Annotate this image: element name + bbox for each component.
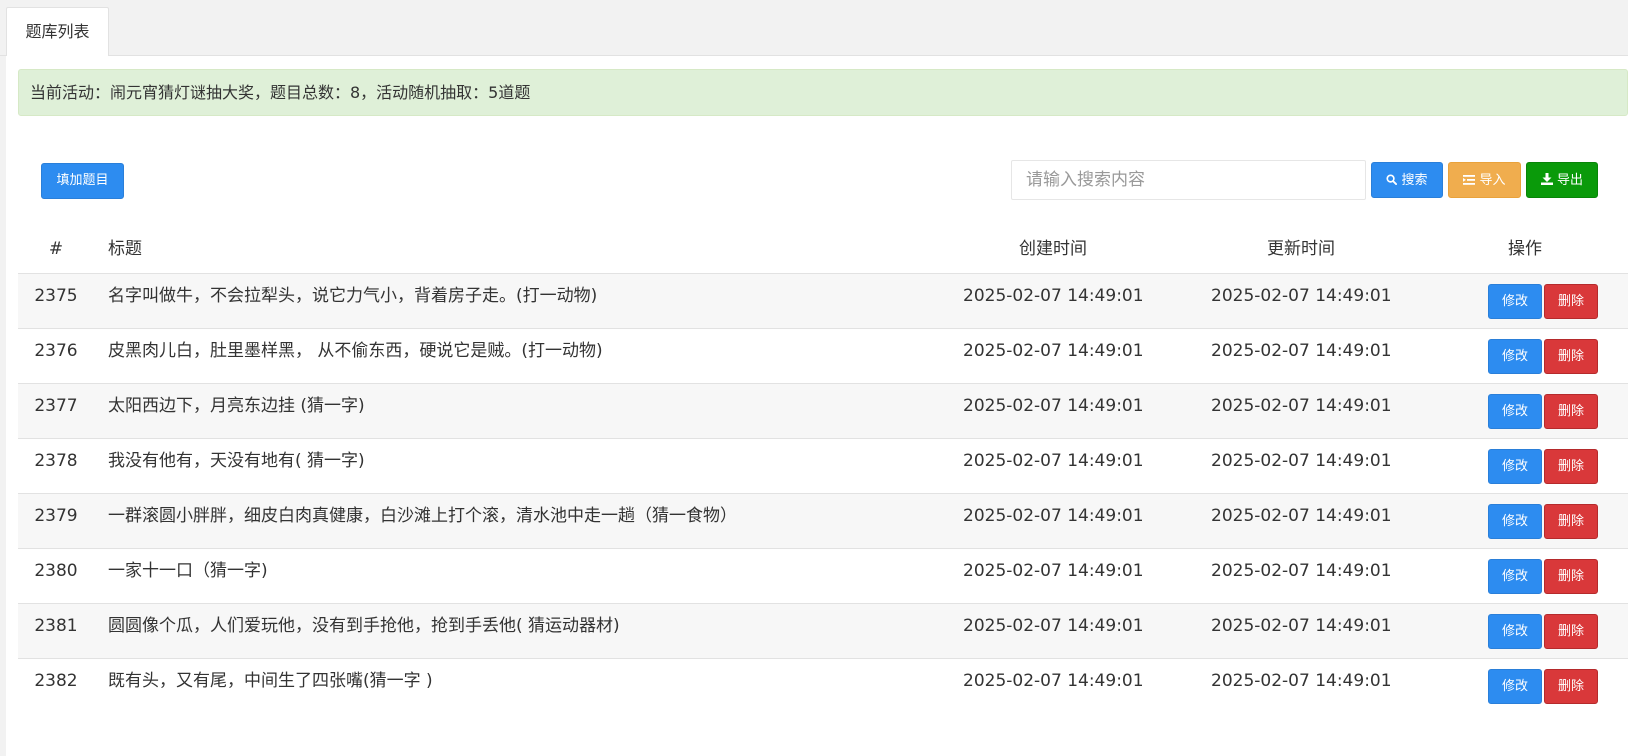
edit-button[interactable]: 修改 — [1488, 394, 1542, 429]
row-created-time: 2025-02-07 14:49:01 — [963, 341, 1144, 361]
activity-info-alert: 当前活动：闹元宵猜灯谜抽大奖，题目总数：8，活动随机抽取：5道题 — [18, 69, 1628, 116]
search-icon — [1386, 163, 1398, 197]
tab-bar: 题库列表 — [0, 0, 1628, 57]
table-header: # 标题 创建时间 更新时间 操作 — [18, 226, 1628, 274]
row-created-time: 2025-02-07 14:49:01 — [963, 616, 1144, 636]
row-id: 2378 — [34, 451, 78, 471]
table-row: 2376 皮黑肉儿白，肚里墨样黑， 从不偷东西，硬说它是贼。(打一动物) 202… — [18, 329, 1628, 384]
table-row: 2380 一家十一口（猜一字) 2025-02-07 14:49:01 2025… — [18, 549, 1628, 604]
row-title: 圆圆像个瓜，人们爱玩他，没有到手抢他，抢到手丢他( 猜运动器材) — [108, 616, 620, 636]
row-id: 2380 — [34, 561, 78, 581]
edit-button[interactable]: 修改 — [1488, 614, 1542, 649]
table-row: 2377 太阳西边下，月亮东边挂 (猜一字) 2025-02-07 14:49:… — [18, 384, 1628, 439]
table-row: 2381 圆圆像个瓜，人们爱玩他，没有到手抢他，抢到手丢他( 猜运动器材) 20… — [18, 604, 1628, 659]
row-title: 我没有他有，天没有地有( 猜一字) — [108, 451, 365, 471]
add-question-button[interactable]: 填加题目 — [41, 163, 124, 199]
row-created-time: 2025-02-07 14:49:01 — [963, 671, 1144, 691]
row-title: 名字叫做牛，不会拉犁头，说它力气小，背着房子走。(打一动物) — [108, 286, 598, 306]
table-row: 2375 名字叫做牛，不会拉犁头，说它力气小，背着房子走。(打一动物) 2025… — [18, 274, 1628, 329]
row-updated-time: 2025-02-07 14:49:01 — [1211, 671, 1392, 691]
edit-button[interactable]: 修改 — [1488, 449, 1542, 484]
delete-button[interactable]: 删除 — [1544, 504, 1598, 539]
table-row: 2379 一群滚圆小胖胖，细皮白肉真健康，白沙滩上打个滚，清水池中走一趟（猜一食… — [18, 494, 1628, 549]
delete-button[interactable]: 删除 — [1544, 614, 1598, 649]
delete-button[interactable]: 删除 — [1544, 559, 1598, 594]
search-button-label: 搜索 — [1401, 173, 1428, 188]
row-title: 一家十一口（猜一字) — [108, 561, 268, 581]
row-title: 皮黑肉儿白，肚里墨样黑， 从不偷东西，硬说它是贼。(打一动物) — [108, 341, 603, 361]
export-button[interactable]: 导出 — [1526, 162, 1598, 198]
header-created-time: 创建时间 — [1019, 239, 1087, 259]
row-id: 2377 — [34, 396, 78, 416]
row-created-time: 2025-02-07 14:49:01 — [963, 286, 1144, 306]
row-title: 一群滚圆小胖胖，细皮白肉真健康，白沙滩上打个滚，清水池中走一趟（猜一食物） — [108, 506, 737, 526]
header-id: # — [48, 239, 64, 259]
export-button-label: 导出 — [1556, 173, 1583, 188]
row-id: 2382 — [34, 671, 78, 691]
header-title: 标题 — [108, 239, 142, 259]
table-row: 2378 我没有他有，天没有地有( 猜一字) 2025-02-07 14:49:… — [18, 439, 1628, 494]
row-updated-time: 2025-02-07 14:49:01 — [1211, 561, 1392, 581]
row-updated-time: 2025-02-07 14:49:01 — [1211, 506, 1392, 526]
row-title: 太阳西边下，月亮东边挂 (猜一字) — [108, 396, 365, 416]
row-created-time: 2025-02-07 14:49:01 — [963, 451, 1144, 471]
delete-button[interactable]: 删除 — [1544, 284, 1598, 319]
row-created-time: 2025-02-07 14:49:01 — [963, 506, 1144, 526]
row-created-time: 2025-02-07 14:49:01 — [963, 561, 1144, 581]
row-updated-time: 2025-02-07 14:49:01 — [1211, 616, 1392, 636]
edit-button[interactable]: 修改 — [1488, 504, 1542, 539]
row-id: 2379 — [34, 506, 78, 526]
search-input[interactable] — [1011, 160, 1366, 200]
header-updated-time: 更新时间 — [1267, 239, 1335, 259]
import-button-label: 导入 — [1479, 173, 1506, 188]
edit-button[interactable]: 修改 — [1488, 559, 1542, 594]
row-updated-time: 2025-02-07 14:49:01 — [1211, 286, 1392, 306]
row-created-time: 2025-02-07 14:49:01 — [963, 396, 1144, 416]
delete-button[interactable]: 删除 — [1544, 669, 1598, 704]
list-icon — [1463, 163, 1476, 197]
tab-question-bank-list[interactable]: 题库列表 — [6, 7, 109, 57]
header-operation: 操作 — [1508, 239, 1542, 259]
row-updated-time: 2025-02-07 14:49:01 — [1211, 396, 1392, 416]
question-table: # 标题 创建时间 更新时间 操作 2375 名字叫做牛，不会拉犁头，说它力气小… — [18, 226, 1628, 714]
table-row: 2382 既有头，又有尾，中间生了四张嘴(猜一字 ) 2025-02-07 14… — [18, 659, 1628, 714]
delete-button[interactable]: 删除 — [1544, 339, 1598, 374]
edit-button[interactable]: 修改 — [1488, 284, 1542, 319]
download-icon — [1540, 163, 1553, 197]
row-updated-time: 2025-02-07 14:49:01 — [1211, 341, 1392, 361]
edit-button[interactable]: 修改 — [1488, 669, 1542, 704]
row-id: 2376 — [34, 341, 78, 361]
search-button[interactable]: 搜索 — [1371, 162, 1443, 198]
row-id: 2381 — [34, 616, 78, 636]
row-id: 2375 — [34, 286, 78, 306]
delete-button[interactable]: 删除 — [1544, 449, 1598, 484]
main-panel: 当前活动：闹元宵猜灯谜抽大奖，题目总数：8，活动随机抽取：5道题 填加题目 搜索… — [6, 56, 1628, 756]
row-updated-time: 2025-02-07 14:49:01 — [1211, 451, 1392, 471]
import-button[interactable]: 导入 — [1448, 162, 1521, 198]
delete-button[interactable]: 删除 — [1544, 394, 1598, 429]
row-title: 既有头，又有尾，中间生了四张嘴(猜一字 ) — [108, 671, 433, 691]
edit-button[interactable]: 修改 — [1488, 339, 1542, 374]
